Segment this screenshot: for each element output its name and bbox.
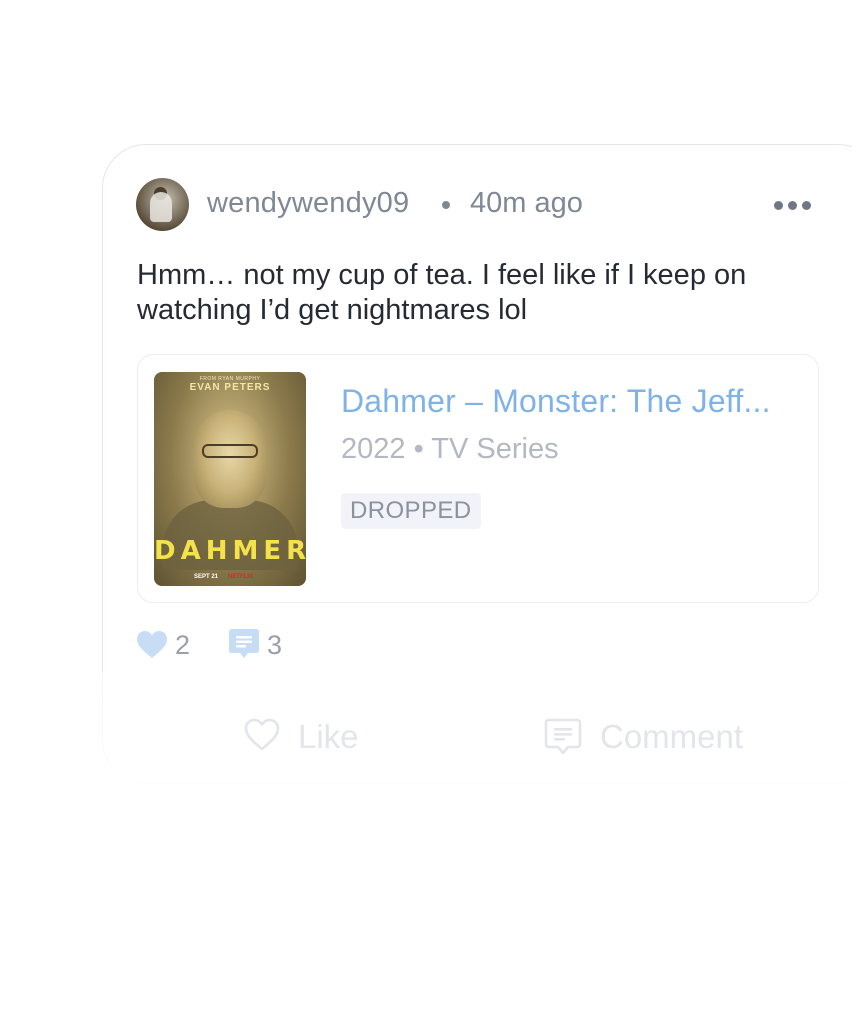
poster-glasses-shape [202, 444, 258, 458]
comment-count: 3 [267, 630, 283, 660]
status-badge: DROPPED [341, 493, 481, 529]
post-text: Hmm… not my cup of tea. I feel like if I… [137, 259, 747, 326]
media-card[interactable]: FROM RYAN MURPHY EVAN PETERS DAHMER SEPT… [137, 354, 819, 603]
like-button-label: Like [298, 718, 359, 755]
poster-brand: NETFLIX [228, 574, 253, 580]
comment-button-label: Comment [600, 718, 744, 755]
poster-image: FROM RYAN MURPHY EVAN PETERS DAHMER SEPT… [154, 372, 306, 586]
more-options-icon[interactable] [774, 198, 812, 212]
media-title[interactable]: Dahmer – Monster: The Jeff... [341, 383, 801, 420]
comment-button[interactable]: Comment [544, 712, 784, 760]
post-header: wendywendy09 40m ago [136, 178, 816, 232]
poster-date: SEPT 21 [194, 574, 219, 580]
poster-actor: EVAN PETERS [189, 382, 271, 393]
media-meta: 2022 • TV Series [341, 433, 559, 465]
post-stats: 2 3 [136, 628, 436, 662]
stage: wendywendy09 40m ago Hmm… not my cup of … [0, 0, 852, 1026]
separator-dot [442, 201, 450, 209]
poster-face-shape [194, 410, 266, 508]
post-actions: Like Comment [100, 700, 852, 774]
avatar[interactable] [136, 178, 189, 231]
like-count: 2 [175, 630, 191, 660]
heart-outline-icon [244, 718, 280, 751]
post-time: 40m ago [470, 187, 583, 219]
username[interactable]: wendywendy09 [207, 187, 409, 220]
like-button[interactable]: Like [244, 712, 404, 760]
comment-outline-icon [544, 718, 582, 755]
comment-filled-icon[interactable] [228, 628, 260, 662]
avatar-figure-shape [150, 192, 172, 222]
heart-filled-icon[interactable] [136, 630, 168, 660]
poster-title: DAHMER [154, 536, 306, 566]
